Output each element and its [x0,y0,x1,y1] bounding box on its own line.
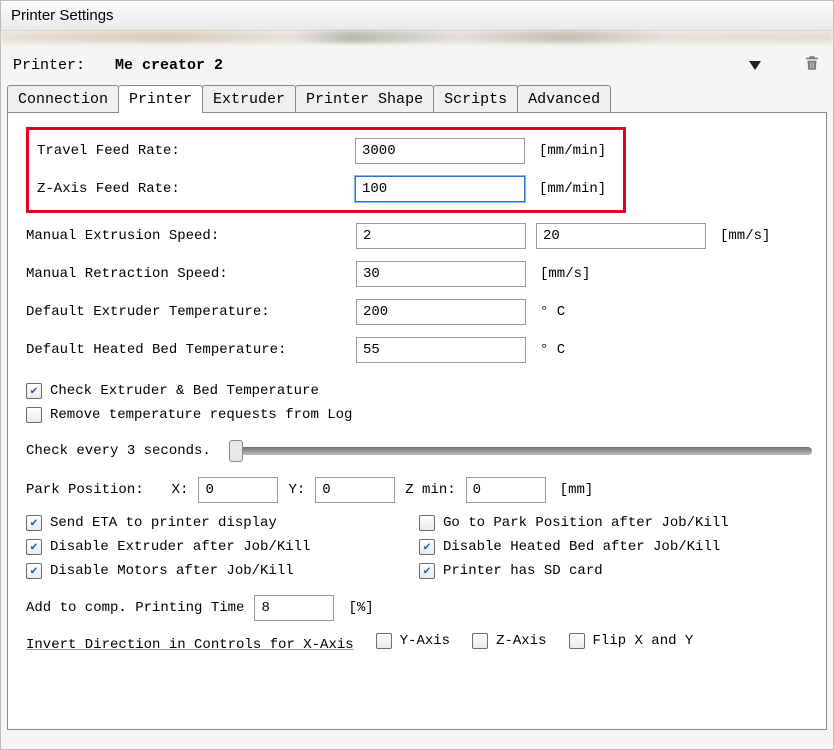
park-unit: [mm] [560,482,594,498]
chevron-down-icon [749,61,761,70]
checkbox-icon [376,633,392,649]
tab-extruder[interactable]: Extruder [202,85,296,113]
park-x-label: X: [172,482,189,498]
default-extruder-temp-label: Default Extruder Temperature: [26,304,346,320]
invert-z-label: Z-Axis [496,633,546,649]
printer-selector-row: Printer: Me creator 2 [1,43,833,84]
has-sd-checkbox[interactable]: Printer has SD card [419,563,603,579]
park-z-label: Z min: [405,482,455,498]
manual-extrusion-input-2[interactable] [536,223,706,249]
checkbox-icon [569,633,585,649]
travel-feed-rate-input[interactable] [355,138,525,164]
manual-retraction-unit: [mm/s] [540,266,590,282]
park-y-label: Y: [288,482,305,498]
remove-temp-log-label: Remove temperature requests from Log [50,407,352,423]
park-position-label: Park Position: [26,482,144,498]
disable-bed-label: Disable Heated Bed after Job/Kill [443,539,720,555]
tabs: Connection Printer Extruder Printer Shap… [1,84,833,112]
printer-label: Printer: [13,57,85,74]
travel-feed-rate-label: Travel Feed Rate: [37,143,345,159]
send-eta-checkbox[interactable]: Send ETA to printer display [26,515,277,531]
checkbox-icon [26,563,42,579]
disable-extruder-checkbox[interactable]: Disable Extruder after Job/Kill [26,539,310,555]
default-bed-temp-unit: ° C [540,342,565,358]
check-interval-slider[interactable] [229,447,812,455]
travel-feed-rate-unit: [mm/min] [539,143,606,159]
checkbox-icon [26,539,42,555]
has-sd-label: Printer has SD card [443,563,603,579]
checkbox-icon [419,539,435,555]
invert-z-checkbox[interactable]: Z-Axis [472,633,546,649]
default-bed-temp-label: Default Heated Bed Temperature: [26,342,346,358]
printer-dropdown[interactable]: Me creator 2 [115,57,773,74]
comp-time-label: Add to comp. Printing Time [26,600,244,616]
tab-printer-shape[interactable]: Printer Shape [295,85,434,113]
send-eta-label: Send ETA to printer display [50,515,277,531]
tab-connection[interactable]: Connection [7,85,119,113]
check-temp-label: Check Extruder & Bed Temperature [50,383,319,399]
park-x-input[interactable] [198,477,278,503]
checkbox-icon [26,515,42,531]
check-interval-label: Check every 3 seconds. [26,443,211,459]
goto-park-label: Go to Park Position after Job/Kill [443,515,729,531]
printer-tab-panel: Travel Feed Rate: [mm/min] Z-Axis Feed R… [7,112,827,730]
background-blur [1,31,833,43]
default-bed-temp-input[interactable] [356,337,526,363]
disable-motors-label: Disable Motors after Job/Kill [50,563,294,579]
checkbox-icon [419,563,435,579]
check-temp-checkbox[interactable]: Check Extruder & Bed Temperature [26,383,319,399]
disable-motors-checkbox[interactable]: Disable Motors after Job/Kill [26,563,294,579]
disable-extruder-label: Disable Extruder after Job/Kill [50,539,310,555]
invert-y-label: Y-Axis [400,633,450,649]
highlighted-region: Travel Feed Rate: [mm/min] Z-Axis Feed R… [26,127,626,213]
selected-printer-name: Me creator 2 [115,57,223,74]
checkbox-icon [472,633,488,649]
window-title: Printer Settings [1,1,833,31]
default-extruder-temp-input[interactable] [356,299,526,325]
slider-thumb-icon [229,440,243,462]
park-z-input[interactable] [466,477,546,503]
manual-retraction-label: Manual Retraction Speed: [26,266,346,282]
comp-time-input[interactable] [254,595,334,621]
invert-y-checkbox[interactable]: Y-Axis [376,633,450,649]
disable-bed-checkbox[interactable]: Disable Heated Bed after Job/Kill [419,539,720,555]
z-axis-feed-rate-input[interactable] [355,176,525,202]
flip-xy-checkbox[interactable]: Flip X and Y [569,633,694,649]
tab-scripts[interactable]: Scripts [433,85,518,113]
goto-park-checkbox[interactable]: Go to Park Position after Job/Kill [419,515,729,531]
park-y-input[interactable] [315,477,395,503]
checkbox-icon [419,515,435,531]
comp-time-unit: [%] [348,600,373,616]
printer-settings-window: Printer Settings Printer: Me creator 2 C… [0,0,834,750]
z-axis-feed-rate-unit: [mm/min] [539,181,606,197]
flip-xy-label: Flip X and Y [593,633,694,649]
manual-extrusion-label: Manual Extrusion Speed: [26,228,346,244]
tab-advanced[interactable]: Advanced [517,85,611,113]
tab-printer[interactable]: Printer [118,85,203,113]
remove-temp-log-checkbox[interactable]: Remove temperature requests from Log [26,407,352,423]
manual-extrusion-input-1[interactable] [356,223,526,249]
z-axis-feed-rate-label: Z-Axis Feed Rate: [37,181,345,197]
manual-extrusion-unit: [mm/s] [720,228,770,244]
invert-direction-label: Invert Direction in Controls for X-Axis [26,637,354,653]
delete-printer-button[interactable] [803,53,821,78]
checkbox-icon [26,383,42,399]
default-extruder-temp-unit: ° C [540,304,565,320]
manual-retraction-input[interactable] [356,261,526,287]
trash-icon [803,53,821,73]
checkbox-icon [26,407,42,423]
